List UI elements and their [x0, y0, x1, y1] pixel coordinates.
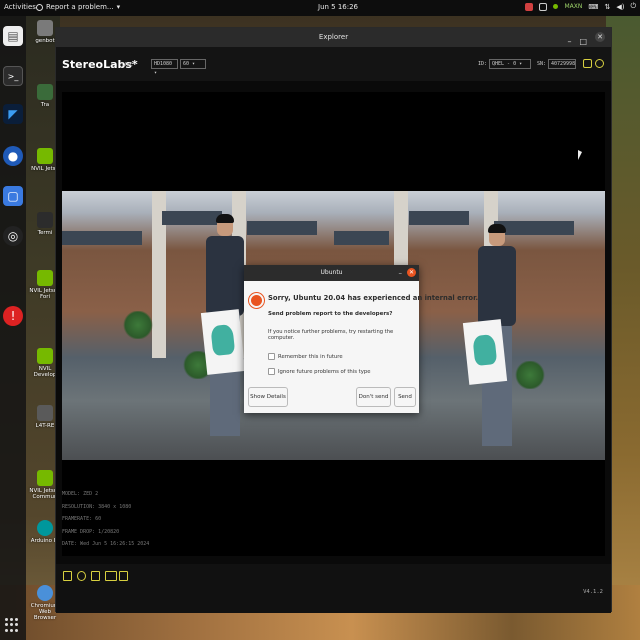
- resolution-select[interactable]: HD1080 ▾: [151, 59, 178, 76]
- sign-board: [462, 319, 507, 385]
- explorer-toolbar: StereoLabs* LIVE HD1080 ▾ 60 ▾ ID: QHEL …: [56, 47, 611, 81]
- ubuntu-logo-icon: [249, 293, 264, 308]
- nvidia-icon: [37, 348, 53, 364]
- snapshot-icon[interactable]: [119, 571, 128, 581]
- explorer-bottom-bar: V4.1.2: [56, 564, 611, 613]
- date-info: DATE: Wed Jun 5 16:26:15 2024: [62, 541, 150, 547]
- depth-icon[interactable]: [91, 571, 100, 581]
- error-indicator-icon[interactable]: [525, 2, 534, 11]
- window-titlebar[interactable]: Explorer – □ ✕: [56, 28, 611, 47]
- checkbox-box[interactable]: [268, 368, 275, 375]
- dialog-title: Ubuntu: [320, 269, 343, 276]
- error-icon: !: [10, 309, 16, 323]
- sign-board: [200, 309, 246, 375]
- power-icon: ⏻: [630, 2, 636, 10]
- frame-drop-info: FRAME DROP: 1/20820: [62, 528, 120, 535]
- checkbox-box[interactable]: [268, 353, 275, 360]
- terminal-icon: >_: [7, 71, 19, 81]
- chromium-icon: ●: [7, 149, 19, 163]
- nvidia-icon: [37, 148, 53, 164]
- files-icon: ▤: [7, 29, 19, 43]
- remember-checkbox[interactable]: Remember this in future: [268, 353, 343, 360]
- nvidia-icon: [37, 270, 53, 286]
- nvidia-icon: [37, 470, 53, 486]
- camera-id-select[interactable]: QHEL - 0 ▾: [489, 59, 531, 69]
- dont-send-button[interactable]: Don't send: [356, 387, 391, 407]
- obs-icon: ◎: [7, 229, 19, 243]
- restart-hint: If you notice further problems, try rest…: [268, 329, 394, 341]
- power-mode-label[interactable]: MAXN: [564, 3, 582, 10]
- vscode-launcher[interactable]: ◤: [3, 104, 23, 124]
- minimize-icon[interactable]: –: [399, 265, 403, 281]
- activities-button[interactable]: Activities: [4, 3, 36, 11]
- terminal-icon: [37, 212, 53, 228]
- id-label: ID:: [478, 61, 488, 67]
- remember-label: Remember this in future: [278, 353, 343, 360]
- show-applications-icon[interactable]: [5, 618, 19, 632]
- chromium-launcher[interactable]: ●: [3, 146, 23, 166]
- ignore-checkbox[interactable]: Ignore future problems of this type: [268, 368, 371, 375]
- nvidia-icon: [553, 4, 559, 9]
- ignore-label: Ignore future problems of this type: [278, 368, 371, 375]
- top-bar: Activities Report a problem... ▾ Jun 5 1…: [0, 0, 640, 16]
- screenshot-launcher[interactable]: ▢: [3, 186, 23, 206]
- record-file-icon[interactable]: [63, 571, 72, 581]
- model-info: MODEL: ZED 2: [62, 491, 99, 497]
- close-icon[interactable]: ✕: [595, 32, 605, 42]
- version-label: V4.1.2: [583, 589, 603, 595]
- network-icon: ⇅: [604, 2, 611, 11]
- mouse-cursor: [578, 150, 582, 160]
- camera-info-overlay: MODEL: ZED 2 RESOLUTION: 3840 x 1080 FRA…: [62, 488, 149, 551]
- framerate-info: FRAMERATE: 60: [62, 516, 102, 522]
- files-launcher[interactable]: ▤: [3, 26, 23, 46]
- resolution-info: RESOLUTION: 3840 x 1080: [62, 503, 132, 510]
- folder-icon: [37, 20, 53, 36]
- error-dialog: Ubuntu – ✕ Sorry, Ubuntu 20.04 has exper…: [244, 265, 479, 413]
- sn-label: SN:: [537, 61, 547, 67]
- clock[interactable]: Jun 5 16:26: [318, 3, 358, 11]
- dialog-titlebar[interactable]: Ubuntu – ✕: [244, 265, 419, 281]
- vscode-icon: ◤: [8, 107, 18, 121]
- trash-icon: [37, 84, 53, 100]
- video-icon[interactable]: [105, 571, 117, 581]
- send-question: Send problem report to the developers?: [268, 311, 393, 317]
- show-details-button[interactable]: Show Details: [248, 387, 288, 407]
- error-report-launcher[interactable]: !: [3, 306, 23, 326]
- stream-icon[interactable]: [77, 571, 86, 581]
- terminal-launcher[interactable]: >_: [3, 66, 23, 86]
- wifi-icon: [539, 2, 548, 11]
- volume-icon: ◀): [616, 2, 625, 11]
- obs-launcher[interactable]: ◎: [3, 226, 23, 246]
- window-title: Explorer: [318, 33, 349, 41]
- chromium-icon: [37, 585, 53, 601]
- error-heading: Sorry, Ubuntu 20.04 has experienced an i…: [268, 294, 479, 302]
- chevron-down-icon: ▾: [116, 3, 121, 11]
- dock: ▤ >_ ◤ ● ▢ ◎ !: [0, 16, 26, 640]
- fps-select[interactable]: 60 ▾: [180, 59, 206, 69]
- app-menu[interactable]: Report a problem... ▾: [36, 3, 120, 11]
- send-button[interactable]: Send: [394, 387, 416, 407]
- serial-number: 40729998: [548, 59, 576, 69]
- close-icon[interactable]: ✕: [407, 268, 416, 277]
- camera-info-icon[interactable]: [583, 59, 592, 68]
- gear-icon[interactable]: [595, 59, 604, 68]
- app-menu-label: Report a problem...: [46, 3, 114, 11]
- document-icon: [37, 405, 53, 421]
- system-tray[interactable]: MAXN ⌨ ⇅ ◀) ⏻: [525, 2, 636, 11]
- live-label: LIVE: [122, 62, 133, 68]
- screenshot-icon: ▢: [7, 189, 19, 203]
- keyboard-icon: ⌨: [588, 2, 599, 11]
- arduino-icon: [37, 520, 53, 536]
- app-menu-icon: [36, 3, 43, 11]
